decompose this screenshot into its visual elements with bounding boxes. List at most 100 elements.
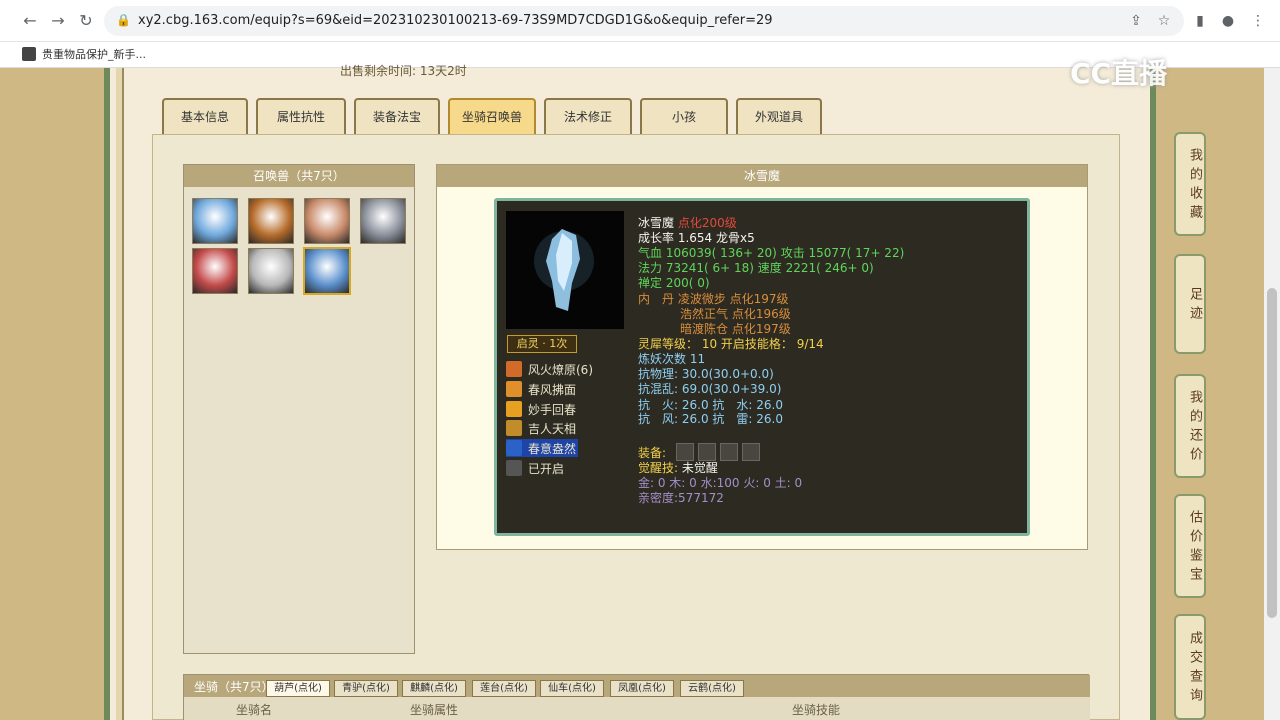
pet-thumb-7-selected[interactable] — [303, 247, 351, 295]
neidan-3: 暗渡陈仓 点化197级 — [680, 322, 791, 336]
sidepanel-icon[interactable]: ▮ — [1190, 11, 1210, 31]
skill-wind-icon — [506, 381, 522, 397]
right-margin — [1150, 68, 1280, 720]
pet-thumb-6[interactable] — [248, 248, 294, 294]
awaken-skill-label: 觉醒技: — [638, 461, 679, 475]
mount-col-skill: 坐骑技能 — [792, 703, 841, 717]
tab-basic-info[interactable]: 基本信息 — [162, 98, 248, 134]
awaken-skill-value: 未觉醒 — [681, 461, 718, 475]
equip-slot-1[interactable] — [676, 443, 694, 461]
skill-name: 春意盎然 — [528, 441, 577, 456]
skill-name: 吉人天相 — [528, 421, 577, 436]
tab-attributes[interactable]: 属性抗性 — [256, 98, 346, 134]
sidebar-my-favorites[interactable]: 我的收藏 — [1174, 132, 1206, 236]
skill-row-6[interactable]: 已开启 — [506, 459, 564, 477]
tab-appearance[interactable]: 外观道具 — [736, 98, 822, 134]
pet-attack: 攻击 15077( 17+ 22) — [780, 246, 905, 260]
resist-confuse: 抗混乱: 69.0(30.0+39.0) — [638, 382, 782, 396]
pet-thumb-3[interactable] — [304, 198, 350, 244]
pet-list-title: 召唤兽（共7只） — [184, 165, 414, 187]
remaining-time: 出售剩余时间: 13天2时 — [340, 64, 467, 78]
skill-row-1[interactable]: 风火燎原(6) — [506, 360, 593, 378]
five-elements: 金: 0 木: 0 水:100 火: 0 土: 0 — [638, 476, 803, 490]
awaken-skill-line: 觉醒技: 未觉醒 — [638, 461, 718, 476]
menu-icon[interactable]: ⋮ — [1248, 11, 1268, 31]
pet-mp: 法力 73241( 6+ 18) — [638, 261, 754, 275]
skill-spring-icon — [506, 440, 522, 456]
mount-tab-1[interactable]: 葫芦(点化) — [266, 680, 330, 697]
bookmark-item[interactable]: 贵重物品保护_新手... — [22, 46, 146, 62]
pet-thumb-4[interactable] — [360, 198, 406, 244]
sidebar-footprints[interactable]: 足迹 — [1174, 254, 1206, 354]
tab-mount-pets[interactable]: 坐骑召唤兽 — [448, 98, 536, 134]
star-icon[interactable]: ☆ — [1154, 11, 1174, 31]
bookmark-label: 贵重物品保护_新手... — [42, 48, 146, 61]
equip-label: 装备: — [638, 446, 667, 460]
equip-slot-2[interactable] — [698, 443, 716, 461]
pet-mp-speed: 法力 73241( 6+ 18) 速度 2221( 246+ 0) — [638, 261, 874, 276]
page-scrollbar[interactable] — [1264, 68, 1280, 720]
pet-thumb-2[interactable] — [248, 198, 294, 244]
left-margin — [0, 68, 110, 720]
pet-portrait — [506, 211, 624, 329]
skill-fire-icon — [506, 361, 522, 377]
pet-thumb-1[interactable] — [192, 198, 238, 244]
pet-chanding: 禅定 200( 0) — [638, 276, 710, 290]
skill-luck-icon — [506, 420, 522, 436]
scrollbar-thumb[interactable] — [1267, 288, 1277, 618]
equip-slot-3[interactable] — [720, 443, 738, 461]
bookmark-favicon-icon — [22, 47, 36, 61]
sidebar-my-counteroffers[interactable]: 我的还价 — [1174, 374, 1206, 478]
left-border — [116, 68, 124, 720]
mount-tab-2[interactable]: 青驴(点化) — [334, 680, 398, 697]
back-icon[interactable]: ← — [20, 11, 40, 31]
mount-panel: 坐骑（共7只） 葫芦(点化) 青驴(点化) 麒麟(点化) 莲台(点化) 仙车(点… — [183, 674, 1090, 720]
mount-tab-4[interactable]: 莲台(点化) — [472, 680, 536, 697]
skill-row-3[interactable]: 妙手回春 — [506, 400, 576, 418]
equip-slot-4[interactable] — [742, 443, 760, 461]
mount-tab-5[interactable]: 仙车(点化) — [540, 680, 604, 697]
mount-tab-3[interactable]: 麒麟(点化) — [402, 680, 466, 697]
forward-icon[interactable]: → — [48, 11, 68, 31]
ice-demon-icon — [534, 229, 594, 311]
url-text: xy2.cbg.163.com/equip?s=69&eid=202310230… — [138, 13, 773, 28]
pet-detail-title: 冰雪魔 — [437, 165, 1087, 187]
cc-live-logo: CC直播 — [1070, 57, 1168, 90]
tab-spell-correction[interactable]: 法术修正 — [544, 98, 632, 134]
resist-wind-thunder: 抗 风: 26.0 抗 雷: 26.0 — [638, 412, 783, 426]
reload-icon[interactable]: ↻ — [76, 11, 96, 31]
intimacy: 亲密度:577172 — [638, 491, 724, 505]
pet-speed: 速度 2221( 246+ 0) — [757, 261, 874, 275]
resist-fire-water: 抗 火: 26.0 抗 水: 26.0 — [638, 398, 783, 412]
neidan-2: 浩然正气 点化196级 — [680, 307, 791, 321]
address-bar[interactable]: 🔒 xy2.cbg.163.com/equip?s=69&eid=2023102… — [104, 6, 1184, 36]
skill-row-4[interactable]: 吉人天相 — [506, 419, 576, 437]
pet-hp: 气血 106039( 136+ 20) — [638, 246, 777, 260]
profile-icon[interactable]: ● — [1218, 11, 1238, 31]
mount-title: 坐骑（共7只） — [194, 680, 274, 694]
skill-row-5[interactable]: 春意盎然 — [506, 439, 578, 457]
pet-growth: 成长率 1.654 龙骨x5 — [638, 231, 755, 245]
skill-name: 风火燎原(6) — [528, 362, 593, 377]
awaken-badge: 启灵 · 1次 — [507, 335, 577, 353]
tab-equipment[interactable]: 装备法宝 — [354, 98, 440, 134]
resist-physical: 抗物理: 30.0(30.0+0.0) — [638, 367, 774, 381]
tab-child[interactable]: 小孩 — [640, 98, 728, 134]
sidebar-appraisal[interactable]: 估价鉴宝 — [1174, 494, 1206, 598]
mount-tab-7[interactable]: 云鹤(点化) — [680, 680, 744, 697]
share-icon[interactable]: ⇪ — [1126, 11, 1146, 31]
skill-empty-icon — [506, 460, 522, 476]
skill-row-2[interactable]: 春风拂面 — [506, 380, 576, 398]
mount-table-header: 坐骑名 坐骑属性 坐骑技能 — [184, 697, 1090, 720]
skill-name: 春风拂面 — [528, 382, 577, 397]
lianyao-count: 炼妖次数 11 — [638, 352, 706, 366]
mount-col-name: 坐骑名 — [236, 703, 273, 717]
sidebar-deal-query[interactable]: 成交查询 — [1174, 614, 1206, 720]
mount-tab-6[interactable]: 凤凰(点化) — [610, 680, 674, 697]
skill-name: 已开启 — [528, 461, 565, 476]
skill-name: 妙手回春 — [528, 402, 577, 417]
lingxi-level: 灵犀等级： 10 开启技能格： 9/14 — [638, 337, 824, 351]
pet-thumb-5[interactable] — [192, 248, 238, 294]
pet-name: 冰雪魔 — [638, 216, 675, 230]
pet-level: 点化200级 — [677, 216, 737, 230]
